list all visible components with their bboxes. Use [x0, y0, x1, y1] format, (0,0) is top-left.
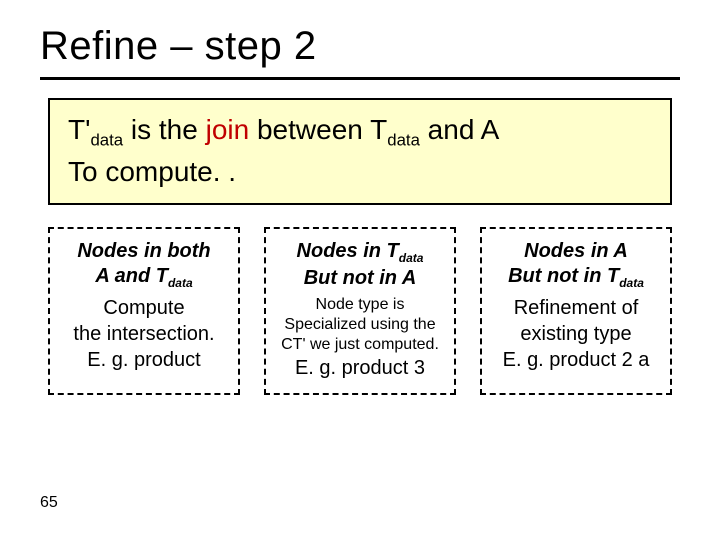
col2-head-l2: But not in A [274, 266, 446, 291]
t-prime-sub: data [90, 131, 123, 150]
col2-head-sub: data [399, 251, 424, 265]
col2-s2: Specialized using the [274, 315, 446, 335]
col3-head-sub: data [619, 276, 644, 290]
column-2: Nodes in Tdata But not in A Node type is… [264, 227, 456, 395]
join-keyword: join [206, 114, 250, 145]
col1-b3: E. g. product [58, 347, 230, 373]
col3-b3: E. g. product 2 a [490, 347, 662, 373]
col1-head-l1: Nodes in both [58, 239, 230, 264]
highlight-box: T'data is the join between Tdata and A T… [48, 98, 672, 205]
col1-head-l2: A and Tdata [58, 264, 230, 291]
column-3: Nodes in A But not in Tdata Refinement o… [480, 227, 672, 395]
col2-small: Node type is Specialized using the CT' w… [274, 295, 446, 355]
col3-body: Refinement of existing type E. g. produc… [490, 295, 662, 373]
columns-container: Nodes in both A and Tdata Compute the in… [0, 227, 720, 395]
column-1: Nodes in both A and Tdata Compute the in… [48, 227, 240, 395]
col3-head: Nodes in A But not in Tdata [490, 239, 662, 291]
col1-body: Compute the intersection. E. g. product [58, 295, 230, 373]
col1-head-l2a: A and T [95, 265, 168, 287]
col2-s3: CT' we just computed. [274, 335, 446, 355]
col2-s1: Node type is [274, 295, 446, 315]
statement-line-2: To compute. . [68, 152, 652, 191]
col3-b1: Refinement of [490, 295, 662, 321]
col2-head-l1a: Nodes in T [297, 240, 399, 262]
text-is-the: is the [123, 114, 205, 145]
text-and-a: and A [420, 114, 499, 145]
col1-head: Nodes in both A and Tdata [58, 239, 230, 291]
col2-head: Nodes in Tdata But not in A [274, 239, 446, 291]
col3-head-l2: But not in Tdata [490, 264, 662, 291]
tdata-sub: data [387, 131, 420, 150]
text-between-t: between T [249, 114, 387, 145]
col2-body: E. g. product 3 [274, 355, 446, 381]
col1-b1: Compute [58, 295, 230, 321]
col2-b3: E. g. product 3 [274, 355, 446, 381]
slide-title: Refine – step 2 [0, 0, 720, 77]
col1-b2: the intersection. [58, 321, 230, 347]
col3-b2: existing type [490, 321, 662, 347]
col1-head-sub: data [168, 276, 193, 290]
page-number: 65 [40, 494, 58, 512]
t-prime: T' [68, 114, 90, 145]
col2-head-l1: Nodes in Tdata [274, 239, 446, 266]
title-underline [40, 77, 680, 80]
col3-head-l2a: But not in T [508, 265, 619, 287]
col3-head-l1: Nodes in A [490, 239, 662, 264]
statement-line-1: T'data is the join between Tdata and A [68, 110, 652, 152]
